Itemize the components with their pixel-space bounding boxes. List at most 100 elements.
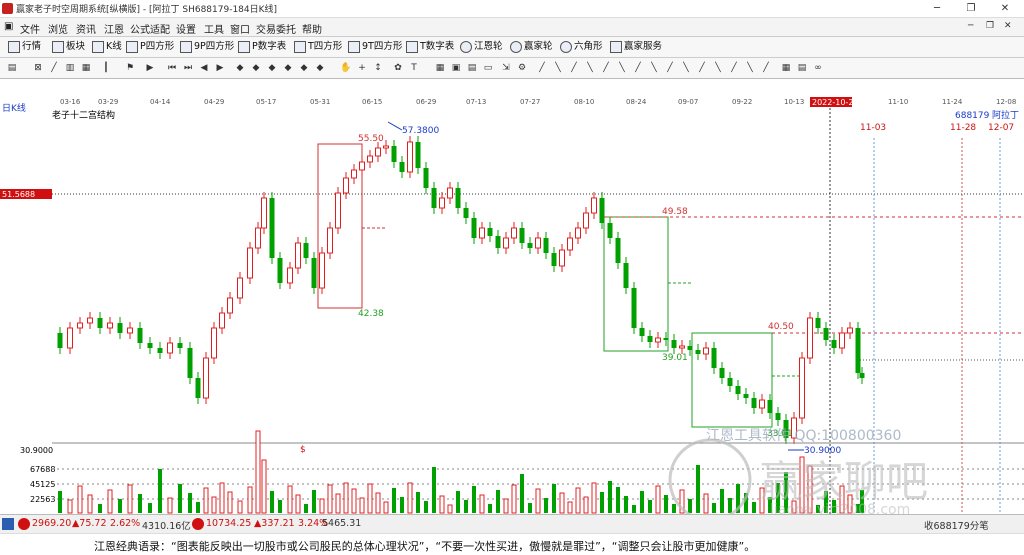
tool-p-square[interactable]: P四方形 (126, 39, 174, 55)
tool-blocks[interactable]: 板块 (52, 39, 85, 55)
restore-button[interactable]: ❐ (954, 0, 988, 17)
text-tool-icon[interactable]: T (408, 62, 420, 74)
candle (423, 168, 429, 188)
diamond-tool-4-icon[interactable]: ◆ (282, 62, 294, 74)
red-line-2-icon[interactable]: ╲ (552, 62, 564, 74)
child-restore-button[interactable]: ❐ (986, 21, 994, 31)
last-icon[interactable]: ⏭ (182, 62, 194, 74)
tool-p-table[interactable]: P数字表 (238, 39, 286, 55)
candle (237, 277, 243, 299)
first-icon[interactable]: ⏮ (166, 62, 178, 74)
menu-settings[interactable]: 设置 (176, 21, 196, 36)
tool-hexagon[interactable]: 六角形 (560, 39, 603, 55)
grid-view-icon[interactable]: ▦ (780, 62, 792, 74)
red-line-5-icon[interactable]: ╱ (600, 62, 612, 74)
zoom-icon[interactable]: ⊠ (32, 62, 44, 74)
menu-trade[interactable]: 交易委托 (256, 21, 296, 36)
marker-icon[interactable]: ▶ (144, 62, 156, 74)
red-line-10-icon[interactable]: ╲ (680, 62, 692, 74)
menu-help[interactable]: 帮助 (302, 21, 322, 36)
red-line-8-icon[interactable]: ╲ (648, 62, 660, 74)
tool-winner-wheel[interactable]: 赢家轮 (510, 39, 553, 55)
save-icon[interactable]: ▣ (450, 62, 462, 74)
tool-kline[interactable]: K线 (92, 39, 122, 55)
red-line-4-icon[interactable]: ╲ (584, 62, 596, 74)
right-icon[interactable]: ▶ (214, 62, 226, 74)
diamond-tool-5-icon[interactable]: ◆ (298, 62, 310, 74)
date-tick: 04-14 (150, 98, 171, 106)
red-line-6-icon[interactable]: ╲ (616, 62, 628, 74)
screen-icon[interactable]: ▭ (482, 62, 494, 74)
diamond-tool-6-icon[interactable]: ◆ (314, 62, 326, 74)
minimize-button[interactable]: ─ (920, 0, 954, 17)
status-menu-icon[interactable] (2, 518, 14, 530)
tool-9p-square[interactable]: 9P四方形 (180, 39, 234, 55)
red-line-15-icon[interactable]: ╱ (760, 62, 772, 74)
cursor-icon[interactable]: ↕ (372, 62, 384, 74)
tool-9t-square[interactable]: 9T四方形 (348, 39, 402, 55)
menu-info[interactable]: 资讯 (76, 21, 96, 36)
child-minimize-button[interactable]: ─ (968, 21, 973, 31)
volume-bar (583, 496, 589, 514)
red-line-9-icon[interactable]: ╱ (664, 62, 676, 74)
grid-icon (8, 40, 20, 53)
candle (137, 328, 143, 343)
crosshair-icon[interactable]: + (356, 62, 368, 74)
tool-gann-wheel[interactable]: 江恩轮 (460, 39, 503, 55)
red-line-7-icon[interactable]: ╱ (632, 62, 644, 74)
label-lvl1: 49.58 (662, 207, 688, 217)
tool-t-table[interactable]: T数字表 (406, 39, 454, 55)
label-lvl2: 40.50 (768, 322, 794, 332)
link-icon[interactable]: ⚙ (516, 62, 528, 74)
menu-window[interactable]: 窗口 (230, 21, 250, 36)
chart-tool-icon[interactable]: ▦ (80, 62, 92, 74)
menu-tools[interactable]: 工具 (204, 21, 224, 36)
candle (511, 227, 517, 239)
menu-file[interactable]: 文件 (20, 21, 40, 36)
red-line-13-icon[interactable]: ╱ (728, 62, 740, 74)
volume-bar (608, 481, 612, 513)
child-close-button[interactable]: ✕ (1004, 21, 1012, 31)
kline-chart[interactable]: 03-16 03-29 04-14 04-29 05-17 05-31 06-15 06-29… (0, 78, 1024, 514)
red-line-12-icon[interactable]: ╲ (712, 62, 724, 74)
layout-icon[interactable]: ▤ (6, 62, 18, 74)
main-toolbar: 行情 板块 K线 P四方形 9P四方形 P数字表 T四方形 9T四方形 T数字表… (0, 37, 1024, 58)
left-icon[interactable]: ◀ (198, 62, 210, 74)
candle-tool-icon[interactable]: ┃ (100, 62, 112, 74)
table-icon[interactable]: ▦ (434, 62, 446, 74)
volume-bar (535, 488, 541, 514)
line-tool-icon[interactable]: ╱ (48, 62, 60, 74)
red-line-11-icon[interactable]: ╱ (696, 62, 708, 74)
volume-bar (456, 491, 460, 513)
candle (391, 146, 397, 162)
red-line-14-icon[interactable]: ╲ (744, 62, 756, 74)
diamond-tool-3-icon[interactable]: ◆ (266, 62, 278, 74)
export-icon[interactable]: ⇲ (500, 62, 512, 74)
close-button[interactable]: ✕ (988, 0, 1022, 17)
palette-icon[interactable]: ✿ (392, 62, 404, 74)
menu-gann[interactable]: 江恩 (104, 21, 124, 36)
date-tick: 12-08 (996, 98, 1016, 106)
menu-browse[interactable]: 浏览 (48, 21, 68, 36)
list-view-icon[interactable]: ▤ (796, 62, 808, 74)
vol-axis-top: 30.9000 (20, 446, 53, 455)
tool-quotes[interactable]: 行情 (8, 39, 41, 55)
tool-t-square[interactable]: T四方形 (294, 39, 342, 55)
tool-service[interactable]: 赢家服务 (610, 39, 662, 55)
footer: 江恩经典语录：“图表能反映出一切股市或公司股民的总体心理状况”，“不要一次性买进… (0, 533, 1024, 555)
diamond-tool-1-icon[interactable]: ◆ (234, 62, 246, 74)
tick-status[interactable]: 收688179分笔 (924, 518, 989, 532)
red-line-1-icon[interactable]: ╱ (536, 62, 548, 74)
bar-tool-icon[interactable]: ▥ (64, 62, 76, 74)
date-tick: 06-15 (362, 98, 382, 106)
candle (519, 228, 525, 243)
diamond-tool-2-icon[interactable]: ◆ (250, 62, 262, 74)
infinity-icon[interactable]: ∞ (812, 62, 824, 74)
menu-formula[interactable]: 公式适配 (130, 21, 170, 36)
candle (147, 343, 153, 348)
flag-icon[interactable]: ⚑ (124, 62, 136, 74)
red-line-3-icon[interactable]: ╱ (568, 62, 580, 74)
date-tick: 10-13 (784, 98, 804, 106)
hand-icon[interactable]: ✋ (340, 62, 352, 74)
print-icon[interactable]: ▤ (466, 62, 478, 74)
